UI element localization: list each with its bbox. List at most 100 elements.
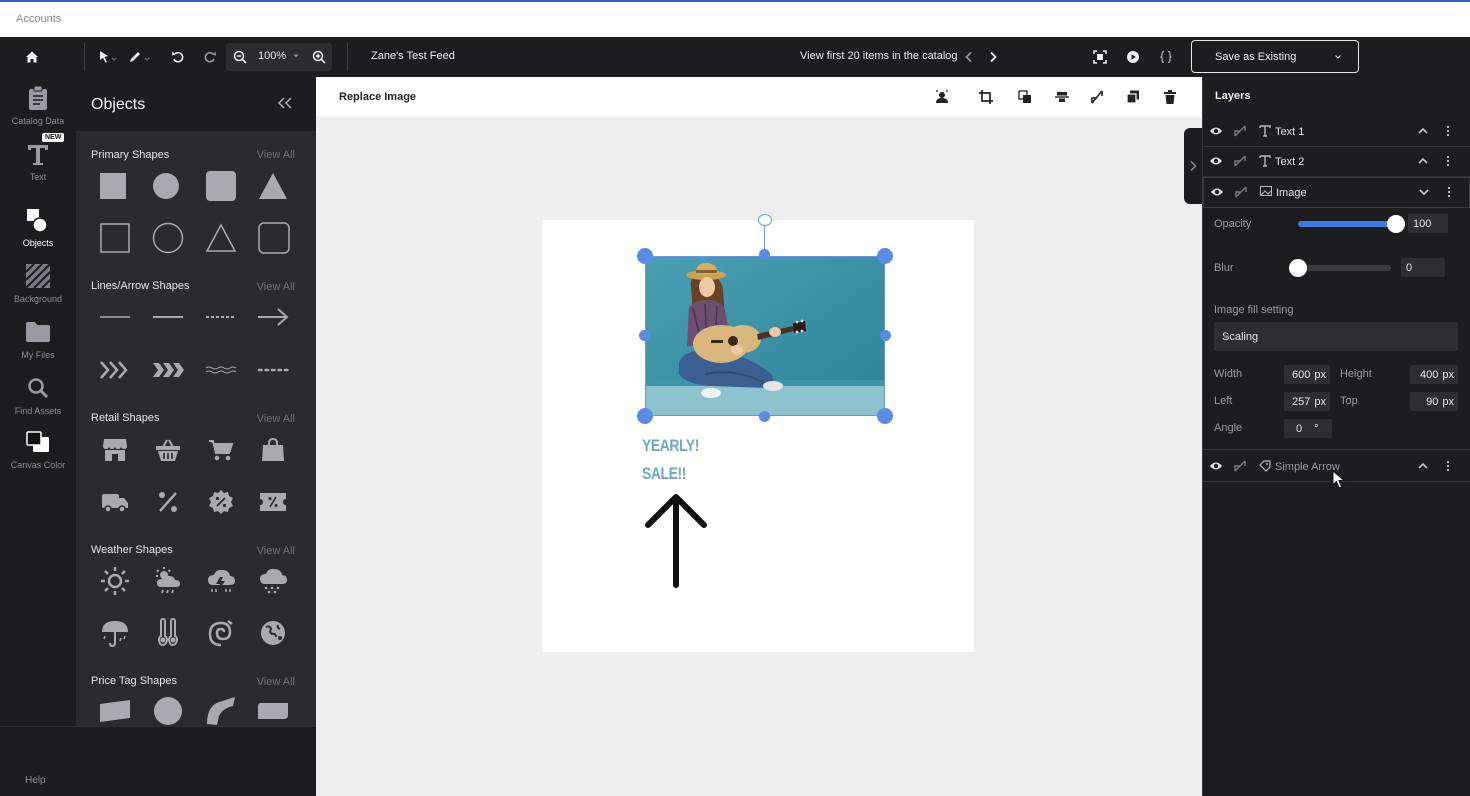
- shopping-cart-shape[interactable]: [201, 430, 241, 470]
- collapse-panel-icon[interactable]: [276, 97, 294, 109]
- resize-handle-top[interactable]: [759, 249, 770, 260]
- shopping-bag-shape[interactable]: [253, 430, 293, 470]
- help-link[interactable]: Help: [25, 775, 46, 786]
- opacity-slider-thumb[interactable]: [1387, 215, 1405, 233]
- width-input[interactable]: 600 px: [1284, 365, 1330, 384]
- resize-handle-top-left[interactable]: [637, 248, 653, 264]
- expand-layers-tab[interactable]: [1184, 128, 1202, 204]
- catalog-next-icon[interactable]: [982, 46, 1004, 68]
- triangle-outline-shape[interactable]: [201, 218, 241, 258]
- umbrella-rain-shape[interactable]: [95, 613, 135, 653]
- globe-weather-shape[interactable]: [253, 613, 293, 653]
- triangle-filled-shape[interactable]: [253, 166, 293, 206]
- select-tool-icon[interactable]: [96, 46, 118, 68]
- more-options-icon[interactable]: [1446, 155, 1450, 167]
- replace-image-button[interactable]: Replace Image: [339, 91, 416, 103]
- layer-row-text-1[interactable]: Text 1: [1203, 117, 1470, 147]
- wavy-line-shape[interactable]: [201, 350, 241, 390]
- view-all-retail-link[interactable]: View All: [257, 413, 295, 425]
- sale-text-layer[interactable]: YEARLY! SALE!!: [642, 432, 699, 488]
- dotted-line-shape[interactable]: [253, 350, 293, 390]
- rotate-handle[interactable]: [758, 214, 772, 226]
- top-input[interactable]: 90 px: [1410, 392, 1458, 411]
- opacity-slider[interactable]: [1298, 221, 1396, 227]
- artboard[interactable]: YEARLY! SALE!!: [542, 214, 974, 652]
- chevron-up-icon[interactable]: [1417, 155, 1429, 167]
- left-input[interactable]: 257 px: [1284, 392, 1330, 411]
- rail-item-objects[interactable]: Objects: [0, 205, 76, 261]
- coupon-ticket-shape[interactable]: [253, 482, 293, 522]
- percent-shape[interactable]: [148, 482, 188, 522]
- blur-input[interactable]: 0: [1401, 258, 1445, 277]
- blur-slider-thumb[interactable]: [1289, 259, 1307, 277]
- triple-chevron-outline-shape[interactable]: [95, 350, 135, 390]
- blur-slider[interactable]: [1298, 265, 1391, 271]
- chevron-up-icon[interactable]: [1417, 125, 1429, 137]
- save-as-existing-button[interactable]: Save as Existing: [1191, 40, 1359, 73]
- rail-item-my-files[interactable]: My Files: [0, 317, 76, 373]
- pen-tool-icon[interactable]: [128, 46, 150, 68]
- circle-outline-shape[interactable]: [148, 218, 188, 258]
- arrow-right-shape[interactable]: [253, 297, 293, 337]
- angle-input[interactable]: 0 °: [1284, 419, 1332, 438]
- eye-icon[interactable]: [1209, 125, 1223, 137]
- simple-arrow-shape[interactable]: [642, 493, 710, 589]
- curved-tag-shape[interactable]: [201, 691, 241, 726]
- layer-row-text-2[interactable]: Text 2: [1203, 147, 1470, 177]
- chevron-down-icon[interactable]: [1418, 186, 1430, 198]
- triple-chevron-filled-shape[interactable]: [148, 350, 188, 390]
- more-options-icon[interactable]: [1447, 186, 1451, 198]
- basket-shape[interactable]: [148, 430, 188, 470]
- line-thin-shape[interactable]: [95, 297, 135, 337]
- zoom-value[interactable]: 100%: [258, 50, 286, 62]
- rounded-tag-shape[interactable]: [253, 691, 293, 726]
- image-fill-select[interactable]: Scaling: [1214, 322, 1458, 351]
- bring-forward-icon[interactable]: [1015, 87, 1035, 107]
- circle-filled-shape[interactable]: [146, 166, 186, 206]
- code-braces-icon[interactable]: [1155, 46, 1177, 68]
- sun-cloud-rain-shape[interactable]: [148, 561, 188, 601]
- circle-seal-shape[interactable]: [148, 691, 188, 726]
- opacity-input[interactable]: 100: [1408, 214, 1448, 233]
- guitar-photo-image[interactable]: [645, 256, 885, 416]
- more-options-icon[interactable]: [1446, 460, 1450, 472]
- rail-item-text[interactable]: NEW Text: [0, 133, 76, 195]
- view-all-primary-link[interactable]: View All: [257, 149, 295, 161]
- lock-edit-icon[interactable]: [1234, 155, 1246, 167]
- trash-icon[interactable]: [1160, 87, 1180, 107]
- sun-shape[interactable]: [95, 561, 135, 601]
- hurricane-spiral-shape[interactable]: [201, 613, 241, 653]
- cloud-lightning-shape[interactable]: [201, 561, 241, 601]
- resize-handle-bottom[interactable]: [759, 411, 770, 422]
- eye-icon[interactable]: [1209, 460, 1223, 472]
- height-input[interactable]: 400 px: [1410, 365, 1458, 384]
- accounts-link[interactable]: Accounts: [16, 13, 61, 25]
- chevron-up-icon[interactable]: [1417, 460, 1429, 472]
- cloud-snow-shape[interactable]: [253, 561, 293, 601]
- resize-handle-bottom-left[interactable]: [637, 408, 653, 424]
- zoom-in-icon[interactable]: [310, 48, 328, 66]
- square-outline-shape[interactable]: [95, 218, 135, 258]
- square-filled-shape[interactable]: [93, 166, 133, 206]
- lock-edit-icon[interactable]: [1235, 186, 1247, 198]
- layer-row-image[interactable]: Image: [1203, 177, 1470, 208]
- home-icon[interactable]: [21, 46, 43, 68]
- lock-edit-icon[interactable]: [1234, 125, 1246, 137]
- view-all-lines-link[interactable]: View All: [257, 281, 295, 293]
- storefront-shape[interactable]: [95, 430, 135, 470]
- eye-icon[interactable]: [1209, 155, 1223, 167]
- rounded-square-outline-shape[interactable]: [254, 218, 294, 258]
- zoom-dropdown-icon[interactable]: [292, 52, 300, 60]
- remove-background-icon[interactable]: [932, 87, 952, 107]
- resize-handle-left[interactable]: [639, 330, 650, 341]
- resize-handle-right[interactable]: [880, 330, 891, 341]
- crop-icon[interactable]: [976, 87, 996, 107]
- rail-item-canvas-color[interactable]: Canvas Color: [0, 427, 76, 483]
- delivery-truck-shape[interactable]: [95, 482, 135, 522]
- discount-badge-shape[interactable]: [201, 482, 241, 522]
- view-all-price-tag-link[interactable]: View All: [257, 676, 295, 688]
- align-center-icon[interactable]: [1052, 87, 1072, 107]
- eye-icon[interactable]: [1210, 186, 1224, 198]
- fit-screen-icon[interactable]: [1089, 46, 1111, 68]
- rail-item-find-assets[interactable]: Find Assets: [0, 373, 76, 429]
